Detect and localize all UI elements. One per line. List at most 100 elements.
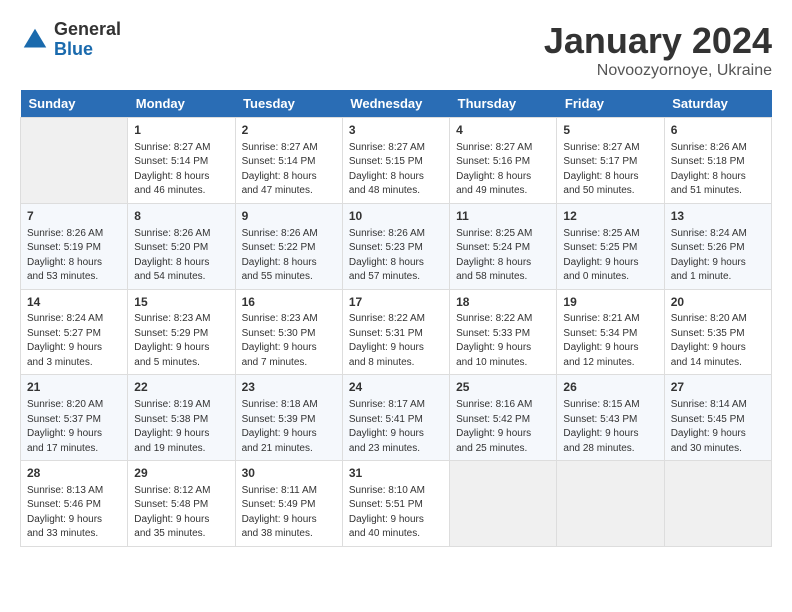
calendar-cell: 25Sunrise: 8:16 AMSunset: 5:42 PMDayligh… bbox=[450, 375, 557, 461]
day-number: 20 bbox=[671, 294, 765, 311]
calendar-cell: 27 Sunrise: 8:14 AMSunset: 5:45 PMDayligh… bbox=[664, 375, 771, 461]
header-day: Saturday bbox=[664, 90, 771, 118]
header-day: Thursday bbox=[450, 90, 557, 118]
day-info: Sunrise: 8:27 AMSunset: 5:16 PMDaylight:… bbox=[456, 141, 550, 199]
logo: General Blue bbox=[20, 20, 121, 60]
calendar-cell bbox=[557, 461, 664, 547]
day-info: Sunrise: 8:26 AMSunset: 5:22 PMDaylight:… bbox=[242, 227, 336, 285]
day-info: Sunrise: 8:17 AMSunset: 5:41 PMDaylight:… bbox=[349, 398, 443, 456]
day-info: Sunrise: 8:26 AMSunset: 5:19 PMDaylight:… bbox=[27, 227, 121, 285]
day-info: Sunrise: 8:14 AMSunset: 5:45 PMDaylight:… bbox=[671, 398, 765, 456]
calendar-cell: 2Sunrise: 8:27 AMSunset: 5:14 PMDaylight… bbox=[235, 118, 342, 204]
calendar-table: SundayMondayTuesdayWednesdayThursdayFrid… bbox=[20, 90, 772, 547]
day-info: Sunrise: 8:26 AMSunset: 5:20 PMDaylight:… bbox=[134, 227, 228, 285]
day-info: Sunrise: 8:12 AMSunset: 5:48 PMDaylight:… bbox=[134, 484, 228, 542]
calendar-cell bbox=[664, 461, 771, 547]
day-info: Sunrise: 8:22 AMSunset: 5:31 PMDaylight:… bbox=[349, 312, 443, 370]
day-number: 30 bbox=[242, 465, 336, 482]
day-number: 28 bbox=[27, 465, 121, 482]
calendar-cell: 20Sunrise: 8:20 AMSunset: 5:35 PMDayligh… bbox=[664, 289, 771, 375]
calendar-cell: 18Sunrise: 8:22 AMSunset: 5:33 PMDayligh… bbox=[450, 289, 557, 375]
day-number: 23 bbox=[242, 379, 336, 396]
calendar-cell: 28 Sunrise: 8:13 AMSunset: 5:46 PMDayligh… bbox=[21, 461, 128, 547]
day-number: 19 bbox=[563, 294, 657, 311]
calendar-cell: 12Sunrise: 8:25 AMSunset: 5:25 PMDayligh… bbox=[557, 203, 664, 289]
calendar-cell: 29 Sunrise: 8:12 AMSunset: 5:48 PMDayligh… bbox=[128, 461, 235, 547]
calendar-cell: 23Sunrise: 8:18 AMSunset: 5:39 PMDayligh… bbox=[235, 375, 342, 461]
day-number: 8 bbox=[134, 208, 228, 225]
day-number: 24 bbox=[349, 379, 443, 396]
day-number: 1 bbox=[134, 122, 228, 139]
calendar-cell: 7 Sunrise: 8:26 AMSunset: 5:19 PMDaylight… bbox=[21, 203, 128, 289]
day-number: 25 bbox=[456, 379, 550, 396]
calendar-week: 28 Sunrise: 8:13 AMSunset: 5:46 PMDayligh… bbox=[21, 461, 772, 547]
day-number: 27 bbox=[671, 379, 765, 396]
day-number: 4 bbox=[456, 122, 550, 139]
calendar-cell: 1 Sunrise: 8:27 AMSunset: 5:14 PMDaylight… bbox=[128, 118, 235, 204]
day-number: 9 bbox=[242, 208, 336, 225]
day-number: 11 bbox=[456, 208, 550, 225]
header-day: Sunday bbox=[21, 90, 128, 118]
calendar-cell: 4 Sunrise: 8:27 AMSunset: 5:16 PMDaylight… bbox=[450, 118, 557, 204]
page-header: General Blue January 2024 Novoozyornoye,… bbox=[20, 20, 772, 80]
day-number: 7 bbox=[27, 208, 121, 225]
calendar-cell: 6 Sunrise: 8:26 AMSunset: 5:18 PMDaylight… bbox=[664, 118, 771, 204]
day-info: Sunrise: 8:26 AMSunset: 5:18 PMDaylight:… bbox=[671, 141, 765, 199]
day-number: 31 bbox=[349, 465, 443, 482]
day-info: Sunrise: 8:26 AMSunset: 5:23 PMDaylight:… bbox=[349, 227, 443, 285]
day-number: 2 bbox=[242, 122, 336, 139]
day-number: 14 bbox=[27, 294, 121, 311]
logo-icon bbox=[20, 25, 50, 55]
day-info: Sunrise: 8:22 AMSunset: 5:33 PMDaylight:… bbox=[456, 312, 550, 370]
day-info: Sunrise: 8:24 AMSunset: 5:27 PMDaylight:… bbox=[27, 312, 121, 370]
calendar-cell: 30 Sunrise: 8:11 AMSunset: 5:49 PMDayligh… bbox=[235, 461, 342, 547]
day-number: 10 bbox=[349, 208, 443, 225]
logo-blue: Blue bbox=[54, 40, 121, 60]
day-info: Sunrise: 8:27 AMSunset: 5:17 PMDaylight:… bbox=[563, 141, 657, 199]
day-info: Sunrise: 8:25 AMSunset: 5:24 PMDaylight:… bbox=[456, 227, 550, 285]
day-info: Sunrise: 8:20 AMSunset: 5:37 PMDaylight:… bbox=[27, 398, 121, 456]
day-number: 22 bbox=[134, 379, 228, 396]
header-row: SundayMondayTuesdayWednesdayThursdayFrid… bbox=[21, 90, 772, 118]
calendar-cell: 31Sunrise: 8:10 AMSunset: 5:51 PMDayligh… bbox=[342, 461, 449, 547]
calendar-cell bbox=[21, 118, 128, 204]
day-info: Sunrise: 8:23 AMSunset: 5:30 PMDaylight:… bbox=[242, 312, 336, 370]
day-number: 12 bbox=[563, 208, 657, 225]
calendar-cell: 9 Sunrise: 8:26 AMSunset: 5:22 PMDaylight… bbox=[235, 203, 342, 289]
calendar-cell: 16Sunrise: 8:23 AMSunset: 5:30 PMDayligh… bbox=[235, 289, 342, 375]
day-number: 6 bbox=[671, 122, 765, 139]
calendar-body: 1 Sunrise: 8:27 AMSunset: 5:14 PMDaylight… bbox=[21, 118, 772, 547]
day-number: 16 bbox=[242, 294, 336, 311]
day-info: Sunrise: 8:27 AMSunset: 5:15 PMDaylight:… bbox=[349, 141, 443, 199]
calendar-cell: 10 Sunrise: 8:26 AMSunset: 5:23 PMDayligh… bbox=[342, 203, 449, 289]
day-info: Sunrise: 8:13 AMSunset: 5:46 PMDaylight:… bbox=[27, 484, 121, 542]
calendar-subtitle: Novoozyornoye, Ukraine bbox=[544, 62, 772, 80]
day-info: Sunrise: 8:21 AMSunset: 5:34 PMDaylight:… bbox=[563, 312, 657, 370]
calendar-week: 7 Sunrise: 8:26 AMSunset: 5:19 PMDaylight… bbox=[21, 203, 772, 289]
calendar-header: SundayMondayTuesdayWednesdayThursdayFrid… bbox=[21, 90, 772, 118]
calendar-cell: 24 Sunrise: 8:17 AMSunset: 5:41 PMDayligh… bbox=[342, 375, 449, 461]
day-info: Sunrise: 8:19 AMSunset: 5:38 PMDaylight:… bbox=[134, 398, 228, 456]
calendar-cell bbox=[450, 461, 557, 547]
calendar-cell: 19Sunrise: 8:21 AMSunset: 5:34 PMDayligh… bbox=[557, 289, 664, 375]
calendar-cell: 11 Sunrise: 8:25 AMSunset: 5:24 PMDayligh… bbox=[450, 203, 557, 289]
calendar-cell: 26Sunrise: 8:15 AMSunset: 5:43 PMDayligh… bbox=[557, 375, 664, 461]
day-number: 18 bbox=[456, 294, 550, 311]
calendar-cell: 14Sunrise: 8:24 AMSunset: 5:27 PMDayligh… bbox=[21, 289, 128, 375]
logo-general: General bbox=[54, 20, 121, 40]
calendar-week: 1 Sunrise: 8:27 AMSunset: 5:14 PMDaylight… bbox=[21, 118, 772, 204]
calendar-week: 14Sunrise: 8:24 AMSunset: 5:27 PMDayligh… bbox=[21, 289, 772, 375]
logo-text: General Blue bbox=[54, 20, 121, 60]
calendar-cell: 8 Sunrise: 8:26 AMSunset: 5:20 PMDaylight… bbox=[128, 203, 235, 289]
calendar-cell: 3Sunrise: 8:27 AMSunset: 5:15 PMDaylight… bbox=[342, 118, 449, 204]
calendar-cell: 13Sunrise: 8:24 AMSunset: 5:26 PMDayligh… bbox=[664, 203, 771, 289]
header-day: Friday bbox=[557, 90, 664, 118]
day-info: Sunrise: 8:11 AMSunset: 5:49 PMDaylight:… bbox=[242, 484, 336, 542]
day-info: Sunrise: 8:27 AMSunset: 5:14 PMDaylight:… bbox=[134, 141, 228, 199]
day-number: 29 bbox=[134, 465, 228, 482]
calendar-cell: 21 Sunrise: 8:20 AMSunset: 5:37 PMDayligh… bbox=[21, 375, 128, 461]
day-number: 5 bbox=[563, 122, 657, 139]
day-number: 15 bbox=[134, 294, 228, 311]
day-number: 21 bbox=[27, 379, 121, 396]
title-block: January 2024 Novoozyornoye, Ukraine bbox=[544, 20, 772, 80]
